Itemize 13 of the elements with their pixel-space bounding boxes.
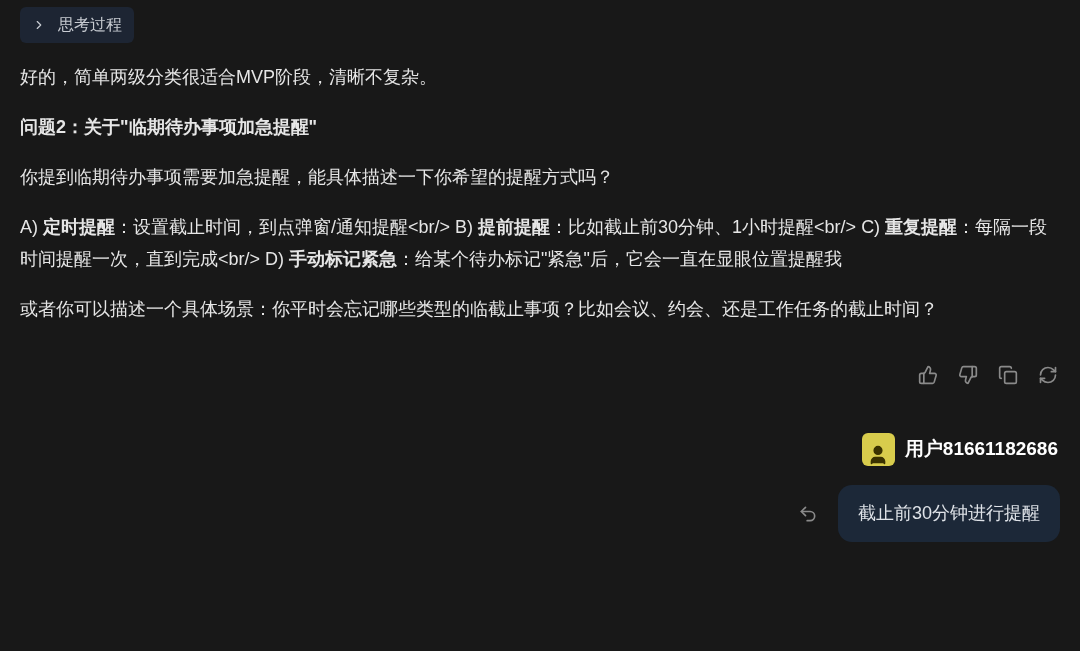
thumbs-down-icon[interactable] (958, 365, 978, 385)
question-heading: 问题2：关于"临期待办事项加急提醒" (20, 116, 319, 139)
user-name: 用户81661182686 (904, 437, 1058, 462)
regenerate-icon[interactable] (1038, 365, 1058, 385)
thinking-toggle[interactable]: 思考过程 (20, 7, 134, 43)
thumbs-up-icon[interactable] (918, 365, 938, 385)
copy-icon[interactable] (998, 365, 1018, 385)
user-message-bubble: 截止前30分钟进行提醒 (837, 485, 1060, 542)
undo-icon[interactable] (797, 503, 818, 524)
message-paragraph: 好的，简单两级分类很适合MVP阶段，清晰不复杂。 (20, 66, 438, 89)
message-paragraph: 或者你可以描述一个具体场景：你平时会忘记哪些类型的临截止事项？比如会议、约会、还是工作任务的截止时间？ (20, 298, 939, 321)
message-paragraph: 你提到临期待办事项需要加急提醒，能具体描述一下你希望的提醒方式吗？ (20, 166, 615, 189)
message-paragraph: A) 定时提醒：设置截止时间，到点弹窗/通知提醒<br/> B) 提前提醒：比如截止前30分钟、1小时提醒<br/> C) 重复提醒：每隔一段时间提醒一次，直到完成<br/> D) 手动标记紧急：给某个待办标记"紧急"后，它会一直在显眼位置提醒我 (20, 216, 1049, 271)
